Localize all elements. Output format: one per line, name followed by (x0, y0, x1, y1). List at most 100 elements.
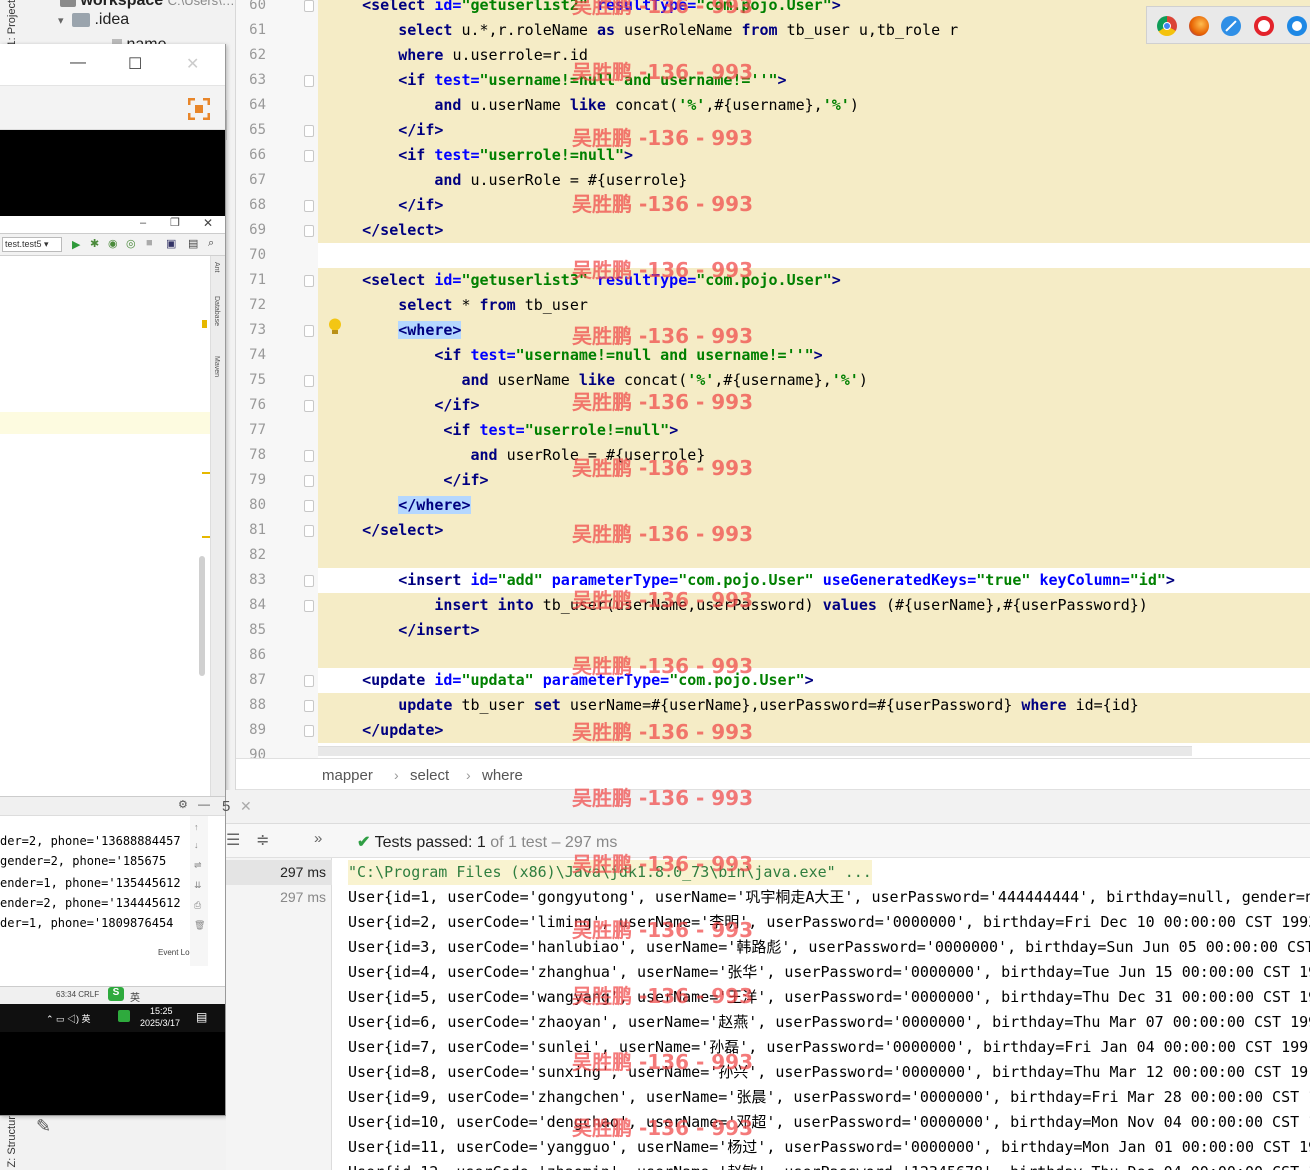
code-line[interactable]: </if> (318, 468, 488, 493)
layout-icon[interactable]: ▤ (188, 237, 198, 250)
tree-item-workspace[interactable]: workspace C:\Users\… (60, 0, 235, 10)
structure-tool-tab[interactable]: Z: Structure (6, 1110, 18, 1167)
debug-icon[interactable]: ✱ (90, 237, 99, 250)
line-number: 74 (249, 347, 266, 363)
fold-marker-icon[interactable] (304, 675, 314, 687)
lightbulb-icon[interactable] (328, 318, 342, 336)
code-line[interactable]: update tb_user set userName=#{userName},… (318, 693, 1139, 718)
code-line[interactable] (318, 243, 326, 268)
pin-icon[interactable]: ✎ (36, 1116, 51, 1137)
code-line[interactable]: </select> (318, 518, 443, 543)
code-line[interactable]: </update> (318, 718, 443, 743)
ant-tab[interactable]: Ant (213, 262, 220, 273)
code-line[interactable]: <if test="userrole!=null"> (318, 418, 678, 443)
fold-marker-icon[interactable] (304, 475, 314, 487)
safari-icon[interactable] (1221, 16, 1241, 36)
code-line[interactable]: and u.userName like concat('%',#{usernam… (318, 93, 858, 118)
fold-marker-icon[interactable] (304, 700, 314, 712)
test-tree-row[interactable]: 297 ms (226, 860, 332, 885)
caret-position: 63:34 CRLF (56, 990, 100, 999)
code-line[interactable] (318, 543, 326, 568)
breadcrumb-select[interactable]: select (410, 767, 449, 784)
fold-marker-icon[interactable] (304, 125, 314, 137)
line-number: 79 (249, 472, 266, 488)
breadcrumb-mapper[interactable]: mapper (322, 767, 373, 784)
code-line[interactable] (318, 643, 326, 668)
tray-icons[interactable]: ⌃ ▭ ◁) 英 (46, 1012, 91, 1025)
watermark-text: 吴胜鹏 -136 - 993 (572, 984, 753, 1008)
fold-marker-icon[interactable] (304, 0, 314, 12)
console-line: User{id=8, userCode='sunxing', userName=… (348, 1063, 1309, 1081)
collapse-all-icon[interactable]: ≑ (256, 830, 269, 850)
code-line[interactable]: where u.userrole=r.id (318, 43, 588, 68)
watermark-text: 吴胜鹏 -136 - 993 (572, 1116, 753, 1140)
horizontal-scrollbar[interactable] (318, 746, 1192, 756)
tree-item-idea[interactable]: ▾ .idea (58, 11, 129, 29)
search-icon[interactable]: ⌕ (208, 237, 214, 250)
event-log-button[interactable]: Event Log (158, 948, 194, 957)
fold-marker-icon[interactable] (304, 275, 314, 287)
gear-icon[interactable]: ⚙ (178, 798, 188, 811)
close-icon[interactable]: ✕ (186, 54, 199, 74)
run-tab-label[interactable]: 5 (222, 798, 230, 815)
more-icon[interactable]: » (314, 830, 322, 847)
notification-icon[interactable]: ▤ (196, 1010, 207, 1024)
code-line[interactable]: </if> (318, 193, 443, 218)
fold-marker-icon[interactable] (304, 150, 314, 162)
firefox-icon[interactable] (1189, 16, 1209, 36)
profile-icon[interactable]: ◎ (126, 237, 136, 250)
hide-icon[interactable]: — (198, 797, 210, 811)
run-icon[interactable]: ▶ (72, 238, 80, 251)
line-number: 82 (249, 547, 266, 563)
breadcrumb-where[interactable]: where (482, 767, 523, 784)
code-line[interactable]: </if> (318, 393, 479, 418)
project-structure-icon[interactable]: ▣ (166, 237, 176, 250)
folder-icon (60, 0, 76, 7)
database-tab[interactable]: Database (213, 296, 220, 326)
code-line[interactable]: select u.*,r.roleName as userRoleName fr… (318, 18, 958, 43)
code-line[interactable]: </select> (318, 218, 443, 243)
project-tool-tab[interactable]: 1: Project (6, 0, 26, 46)
fold-marker-icon[interactable] (304, 575, 314, 587)
run-config-select[interactable]: test.test5 ▾ (2, 237, 62, 252)
fold-marker-icon[interactable] (304, 725, 314, 737)
close-icon[interactable]: ✕ (240, 798, 252, 815)
scrollbar[interactable] (199, 556, 205, 676)
console-line: User{id=5, userCode='wangyang', userName… (348, 988, 1310, 1006)
fold-marker-icon[interactable] (304, 600, 314, 612)
code-line[interactable]: </if> (318, 118, 443, 143)
edge-icon[interactable] (1287, 16, 1307, 36)
taskbar-time: 15:25 (150, 1006, 173, 1016)
fold-marker-icon[interactable] (304, 375, 314, 387)
stop-icon[interactable]: ■ (146, 237, 153, 249)
fold-marker-icon[interactable] (304, 525, 314, 537)
chrome-icon[interactable] (1157, 16, 1177, 36)
opera-icon[interactable] (1254, 16, 1274, 36)
close-icon[interactable]: ✕ (203, 216, 213, 230)
test-tree-row[interactable]: 297 ms (226, 885, 332, 910)
maven-tab[interactable]: Maven (213, 356, 220, 377)
inner-side-toolbar: Ant Database Maven (199, 256, 225, 796)
fold-marker-icon[interactable] (304, 200, 314, 212)
fold-marker-icon[interactable] (304, 500, 314, 512)
fold-marker-icon[interactable] (304, 325, 314, 337)
maximize-icon[interactable]: ☐ (128, 54, 142, 74)
code-line[interactable]: select * from tb_user (318, 293, 588, 318)
expand-all-icon[interactable]: ☰ (226, 830, 240, 850)
minimize-icon[interactable]: – (140, 217, 146, 229)
fold-marker-icon[interactable] (304, 225, 314, 237)
maximize-icon[interactable]: ❐ (170, 216, 180, 229)
fold-marker-icon[interactable] (304, 450, 314, 462)
code-line[interactable]: </insert> (318, 618, 479, 643)
fold-marker-icon[interactable] (304, 75, 314, 87)
chevron-down-icon: ▾ (58, 15, 64, 27)
minimize-icon[interactable]: — (70, 54, 86, 72)
coverage-icon[interactable]: ◉ (108, 237, 118, 250)
fullscreen-icon[interactable] (187, 97, 211, 121)
inner-editor (0, 256, 210, 796)
code-line[interactable]: </where> (318, 493, 471, 518)
taskbar: ⌃ ▭ ◁) 英 15:25 2025/3/17 ▤ (0, 1004, 225, 1032)
fold-marker-icon[interactable] (304, 400, 314, 412)
console-line: User{id=10, userCode='dengchao', userNam… (348, 1113, 1310, 1131)
watermark-text: 吴胜鹏 -136 - 993 (572, 126, 753, 150)
